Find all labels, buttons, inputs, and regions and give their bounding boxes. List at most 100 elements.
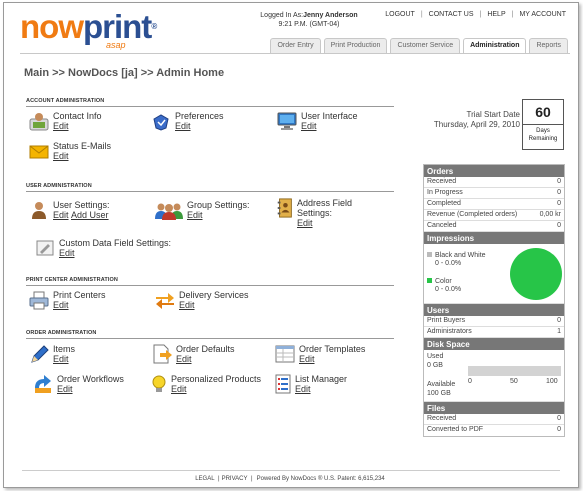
footer-divider xyxy=(22,470,560,471)
order-defaults-edit-link[interactable]: Edit xyxy=(176,354,192,364)
stat-row: Print Buyers 0 xyxy=(424,316,564,327)
files-header: Files xyxy=(424,402,564,414)
impressions-chart-area: Black and White 0 - 0.0% Color 0 - 0.0% xyxy=(424,244,564,304)
template-table-icon xyxy=(275,345,295,363)
stat-row: Revenue (Completed orders) 0,00 kr xyxy=(424,210,564,221)
group-settings-label: Group Settings: xyxy=(187,200,250,210)
main-tabs: Order Entry Print Production Customer Se… xyxy=(270,38,568,53)
printer-icon xyxy=(29,291,49,310)
contact-info-edit-link[interactable]: Edit xyxy=(53,121,69,131)
app-frame: nowprint® asap Logged In As:Jenny Anders… xyxy=(3,2,579,488)
legend-bw: Black and White 0 - 0.0% xyxy=(427,252,486,268)
item-order-workflows: Order Workflows Edit xyxy=(32,374,124,394)
preferences-shield-icon xyxy=(153,114,169,131)
section-print-center-title: PRINT CENTER ADMINISTRATION xyxy=(26,277,118,283)
days-remaining-box: 60 Days Remaining xyxy=(522,99,564,150)
item-personalized-products: Personalized Products Edit xyxy=(150,374,261,394)
address-book-icon xyxy=(277,198,292,218)
delivery-services-edit-link[interactable]: Edit xyxy=(179,300,195,310)
logout-link[interactable]: LOGOUT xyxy=(385,11,415,18)
contact-us-link[interactable]: CONTACT US xyxy=(429,11,474,18)
add-user-link[interactable]: Add User xyxy=(71,210,109,220)
order-workflows-edit-link[interactable]: Edit xyxy=(57,384,73,394)
items-edit-link[interactable]: Edit xyxy=(53,354,69,364)
user-settings-edit-link[interactable]: Edit xyxy=(53,210,69,220)
print-centers-label: Print Centers xyxy=(53,290,106,300)
list-manager-edit-link[interactable]: Edit xyxy=(295,384,311,394)
section-divider xyxy=(26,338,394,339)
breadcrumb: Main >> NowDocs [ja] >> Admin Home xyxy=(24,67,225,79)
item-contact-info: Contact Info Edit xyxy=(28,111,102,131)
delivery-arrows-icon xyxy=(156,293,174,309)
item-user-interface: User Interface Edit xyxy=(276,111,358,131)
section-user-title: USER ADMINISTRATION xyxy=(26,183,92,189)
list-icon xyxy=(275,374,291,394)
list-manager-label: List Manager xyxy=(295,374,348,384)
logo-subtitle: asap xyxy=(106,40,126,50)
legal-link[interactable]: LEGAL xyxy=(195,476,214,482)
tab-order-entry[interactable]: Order Entry xyxy=(270,38,321,53)
status-emails-label: Status E-Mails xyxy=(53,141,112,151)
trial-start-info: Trial Start Date Thursday, April 29, 201… xyxy=(433,110,520,129)
order-templates-label: Order Templates xyxy=(299,344,366,354)
item-print-centers: Print Centers Edit xyxy=(28,290,106,310)
envelope-icon xyxy=(29,145,49,159)
print-centers-edit-link[interactable]: Edit xyxy=(53,300,69,310)
group-settings-edit-link[interactable]: Edit xyxy=(187,210,203,220)
disk-available: Available 100 GB xyxy=(427,381,456,397)
stat-row: Administrators 1 xyxy=(424,327,564,338)
tab-administration[interactable]: Administration xyxy=(463,38,527,53)
section-divider xyxy=(26,106,394,107)
my-account-link[interactable]: MY ACCOUNT xyxy=(519,11,566,18)
tab-customer-service[interactable]: Customer Service xyxy=(390,38,461,53)
impressions-header: Impressions xyxy=(424,232,564,244)
custom-data-edit-link[interactable]: Edit xyxy=(59,248,75,258)
contact-info-label: Contact Info xyxy=(53,111,102,121)
user-icon xyxy=(32,202,46,219)
order-defaults-label: Order Defaults xyxy=(176,344,235,354)
disk-space-area: Used 0 GB Available 100 GB 0 50 100 xyxy=(424,350,564,402)
stat-row: Converted to PDF 0 xyxy=(427,426,561,433)
tab-reports[interactable]: Reports xyxy=(529,38,568,53)
status-emails-edit-link[interactable]: Edit xyxy=(53,151,69,161)
privacy-link[interactable]: PRIVACY xyxy=(222,476,248,482)
section-order-title: ORDER ADMINISTRATION xyxy=(26,330,97,336)
item-address-field-settings: Address Field Settings: Edit xyxy=(276,198,367,228)
disk-used: Used 0 GB xyxy=(427,353,444,369)
nowprint-logo[interactable]: nowprint® asap xyxy=(20,10,160,50)
stat-row: Canceled 0 xyxy=(424,221,564,232)
workflow-arrow-icon xyxy=(35,375,51,393)
delivery-services-label: Delivery Services xyxy=(179,290,249,300)
preferences-label: Preferences xyxy=(175,111,224,121)
legend-bw-swatch xyxy=(427,252,432,257)
stats-panel: Orders Received 0 In Progress 0 Completed 0… xyxy=(423,164,565,437)
items-label: Items xyxy=(53,344,76,354)
pen-icon xyxy=(31,345,49,363)
users-header: Users xyxy=(424,304,564,316)
impressions-pie-chart xyxy=(510,248,562,300)
top-links: LOGOUT | CONTACT US | HELP | MY ACCOUNT xyxy=(385,11,566,18)
section-divider xyxy=(26,191,394,192)
order-templates-edit-link[interactable]: Edit xyxy=(299,354,315,364)
custom-data-label: Custom Data Field Settings: xyxy=(59,238,172,248)
item-group-settings: Group Settings: Edit xyxy=(154,200,250,220)
monitor-icon xyxy=(277,112,297,130)
item-preferences: Preferences Edit xyxy=(150,111,224,131)
help-link[interactable]: HELP xyxy=(487,11,505,18)
contact-card-icon xyxy=(29,113,49,131)
disk-tick: 0 xyxy=(468,378,472,385)
lightbulb-icon xyxy=(152,375,166,392)
personalized-products-edit-link[interactable]: Edit xyxy=(171,384,187,394)
address-field-label: Address Field Settings: xyxy=(297,198,353,218)
user-interface-edit-link[interactable]: Edit xyxy=(301,121,317,131)
item-items: Items Edit xyxy=(28,344,75,364)
orders-header: Orders xyxy=(424,165,564,177)
user-interface-label: User Interface xyxy=(301,111,358,121)
document-arrow-icon xyxy=(153,344,172,364)
user-settings-label: User Settings: xyxy=(53,200,110,210)
personalized-products-label: Personalized Products xyxy=(171,374,262,384)
address-field-edit-link[interactable]: Edit xyxy=(297,218,313,228)
legend-color: Color 0 - 0.0% xyxy=(427,278,461,294)
tab-print-production[interactable]: Print Production xyxy=(323,38,388,53)
preferences-edit-link[interactable]: Edit xyxy=(175,121,191,131)
